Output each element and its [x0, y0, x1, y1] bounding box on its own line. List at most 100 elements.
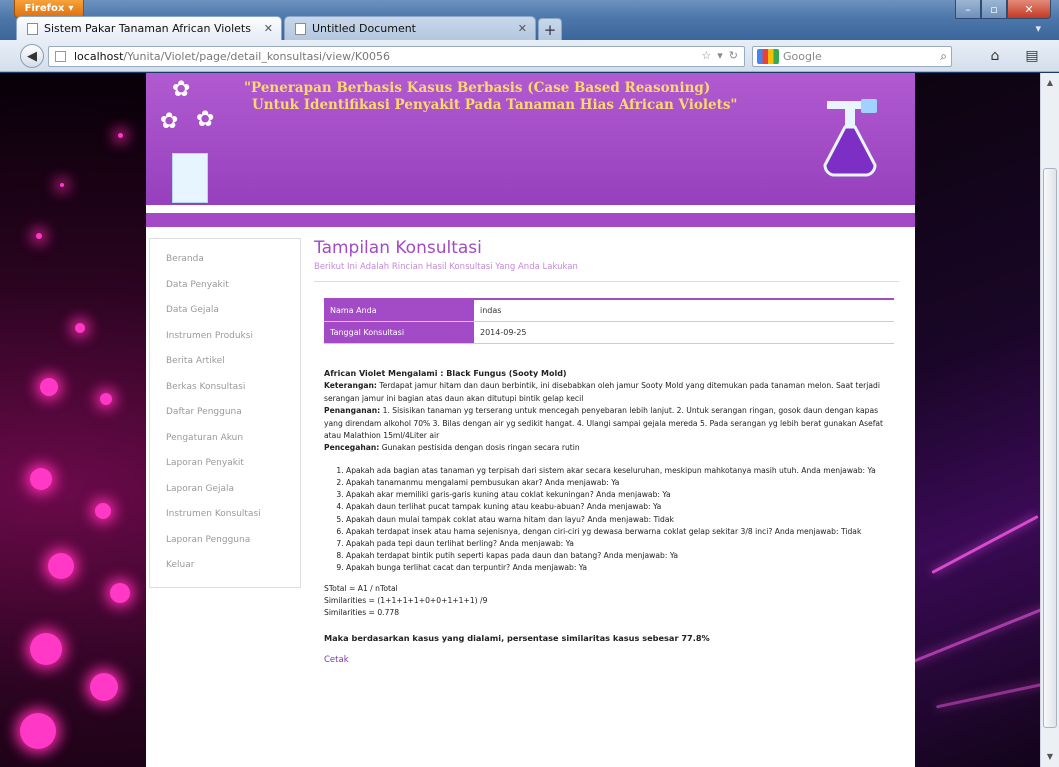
tab-sistem-pakar[interactable]: Sistem Pakar Tanaman African Violets ✕	[16, 16, 282, 40]
sidebar-item-laporan-penyakit[interactable]: Laporan Penyakit	[150, 451, 300, 477]
close-window-icon[interactable]: ✕	[1007, 0, 1051, 19]
pencegahan-paragraph: Pencegahan: Gunakan pestisida dengan dos…	[324, 442, 899, 454]
background-glow	[20, 713, 56, 749]
diagnosis-line: African Violet Mengalami : Black Fungus …	[324, 369, 567, 378]
question-item: Apakah ada bagian atas tanaman yg terpis…	[346, 465, 899, 477]
background-glow	[30, 633, 62, 665]
banner-title: "Penerapan Berbasis Kasus Berbasis (Case…	[244, 80, 737, 114]
sidebar-item-keluar[interactable]: Keluar	[150, 553, 300, 579]
new-tab-button[interactable]: +	[538, 18, 562, 40]
background-glow	[110, 583, 130, 603]
url-host: localhost	[74, 50, 124, 63]
window-controls: – ▫ ✕	[955, 0, 1051, 20]
keterangan-label: Keterangan:	[324, 381, 377, 391]
question-list: Apakah ada bagian atas tanaman yg terpis…	[346, 465, 899, 575]
search-box[interactable]: Google ⌕	[752, 46, 952, 67]
close-tab-icon[interactable]: ✕	[518, 22, 527, 35]
info-value: 2014-09-25	[480, 328, 527, 337]
question-item: Apakah akar memiliki garis-garis kuning …	[346, 489, 899, 501]
background-glow	[48, 553, 74, 579]
history-dropdown-icon[interactable]: ▾	[717, 49, 723, 62]
question-item: Apakah terdapat bintik putih seperti kap…	[346, 550, 899, 562]
search-icon[interactable]: ⌕	[940, 49, 947, 64]
background-glow	[118, 133, 123, 138]
penanganan-paragraph: Penanganan: 1. Sisisikan tanaman yg ters…	[324, 405, 899, 442]
sprayer-icon	[823, 99, 877, 177]
vase-icon	[172, 153, 208, 203]
search-placeholder: Google	[783, 50, 822, 63]
info-row-nama: Nama Anda indas	[324, 300, 894, 322]
background-glow	[75, 323, 85, 333]
page-container: ✿ ✿ ✿ "Penerapan Berbasis Kasus Berbasis…	[146, 73, 915, 767]
calc-line: Similarities = (1+1+1+1+0+0+1+1+1) /9	[324, 596, 488, 606]
vertical-scrollbar[interactable]: ▲ ▼	[1040, 73, 1059, 767]
question-item: Apakah pada tepi daun terlihat berling? …	[346, 538, 899, 550]
consultation-info-table: Nama Anda indas Tanggal Konsultasi 2014-…	[324, 298, 894, 344]
sidebar-item-berkas-konsultasi[interactable]: Berkas Konsultasi	[150, 375, 300, 401]
flower-icon: ✿	[160, 109, 179, 134]
page-subtitle: Berikut Ini Adalah Rincian Hasil Konsult…	[314, 262, 578, 272]
info-label: Nama Anda	[324, 300, 474, 321]
sidebar-item-laporan-pengguna[interactable]: Laporan Pengguna	[150, 528, 300, 554]
url-bar[interactable]: localhost/Yunita/Violet/page/detail_kons…	[48, 46, 745, 67]
consultation-result: African Violet Mengalami : Black Fungus …	[324, 368, 899, 667]
tab-title: Untitled Document	[312, 22, 416, 35]
tab-title: Sistem Pakar Tanaman African Violets	[44, 22, 251, 35]
background-glow	[100, 393, 112, 405]
print-link[interactable]: Cetak	[324, 654, 899, 666]
firefox-menu-label: Firefox	[24, 3, 65, 14]
scroll-up-icon[interactable]: ▲	[1043, 75, 1057, 91]
back-arrow-icon: ◀	[27, 48, 37, 64]
sidebar-item-berita-artikel[interactable]: Berita Artikel	[150, 349, 300, 375]
sidebar-item-data-penyakit[interactable]: Data Penyakit	[150, 273, 300, 299]
pencegahan-label: Pencegahan:	[324, 443, 380, 453]
scroll-down-icon[interactable]: ▼	[1043, 749, 1057, 765]
sidebar-item-beranda[interactable]: Beranda	[150, 247, 300, 273]
info-row-tanggal: Tanggal Konsultasi 2014-09-25	[324, 322, 894, 344]
flower-icon: ✿	[172, 77, 191, 102]
sidebar: Beranda Data Penyakit Data Gejala Instru…	[149, 238, 301, 588]
question-item: Apakah terdapat insek atau hama sejenisn…	[346, 526, 899, 538]
navigation-toolbar: ◀ localhost/Yunita/Violet/page/detail_ko…	[0, 40, 1059, 72]
background-decoration-right	[909, 73, 1040, 767]
background-glow	[30, 468, 52, 490]
url-tools: ☆ ▾ ↻	[701, 49, 738, 62]
sidebar-item-pengaturan-akun[interactable]: Pengaturan Akun	[150, 426, 300, 452]
sidebar-item-instrumen-konsultasi[interactable]: Instrumen Konsultasi	[150, 502, 300, 528]
close-tab-icon[interactable]: ✕	[264, 22, 273, 35]
bookmark-star-icon[interactable]: ☆	[701, 49, 711, 62]
main-content: Tampilan Konsultasi Berikut Ini Adalah R…	[314, 238, 904, 665]
google-icon[interactable]	[757, 49, 779, 64]
maximize-icon[interactable]: ▫	[981, 0, 1007, 19]
reload-icon[interactable]: ↻	[729, 49, 738, 62]
banner-title-line2: Untuk Identifikasi Penyakit Pada Tanaman…	[252, 97, 738, 113]
back-button[interactable]: ◀	[20, 44, 44, 68]
sidebar-item-data-gejala[interactable]: Data Gejala	[150, 298, 300, 324]
conclusion-text: Maka berdasarkan kasus yang dialami, per…	[324, 632, 710, 643]
info-label: Tanggal Konsultasi	[324, 322, 474, 343]
sidebar-item-instrumen-produksi[interactable]: Instrumen Produksi	[150, 324, 300, 350]
site-identity-icon[interactable]	[55, 51, 66, 62]
background-streak	[935, 680, 1040, 709]
chevron-down-icon: ▾	[68, 3, 74, 14]
list-tabs-icon[interactable]: ▾	[1035, 22, 1041, 35]
sidebar-item-laporan-gejala[interactable]: Laporan Gejala	[150, 477, 300, 503]
home-icon[interactable]: ⌂	[985, 46, 1005, 66]
background-streak	[931, 515, 1039, 574]
page-icon	[27, 22, 38, 35]
question-item: Apakah daun terlihat pucat tampak kuning…	[346, 501, 899, 513]
minimize-icon[interactable]: –	[955, 0, 981, 19]
pencegahan-text: Gunakan pestisida dengan dosis ringan se…	[381, 443, 580, 453]
tab-untitled-document[interactable]: Untitled Document ✕	[284, 16, 536, 40]
calc-line: STotal = A1 / nTotal	[324, 583, 398, 593]
question-item: Apakah tanamanmu mengalami pembusukan ak…	[346, 477, 899, 489]
bookmarks-icon[interactable]: ▤	[1022, 46, 1042, 66]
sidebar-item-daftar-pengguna[interactable]: Daftar Pengguna	[150, 400, 300, 426]
background-glow	[40, 378, 58, 396]
page-icon	[295, 22, 306, 35]
url-path: /Yunita/Violet/page/detail_konsultasi/vi…	[123, 50, 391, 63]
page-title: Tampilan Konsultasi	[314, 238, 482, 258]
scrollbar-thumb[interactable]	[1043, 168, 1057, 728]
tab-strip: Sistem Pakar Tanaman African Violets ✕ U…	[16, 14, 562, 40]
banner-title-line1: "Penerapan Berbasis Kasus Berbasis (Case…	[244, 80, 711, 96]
